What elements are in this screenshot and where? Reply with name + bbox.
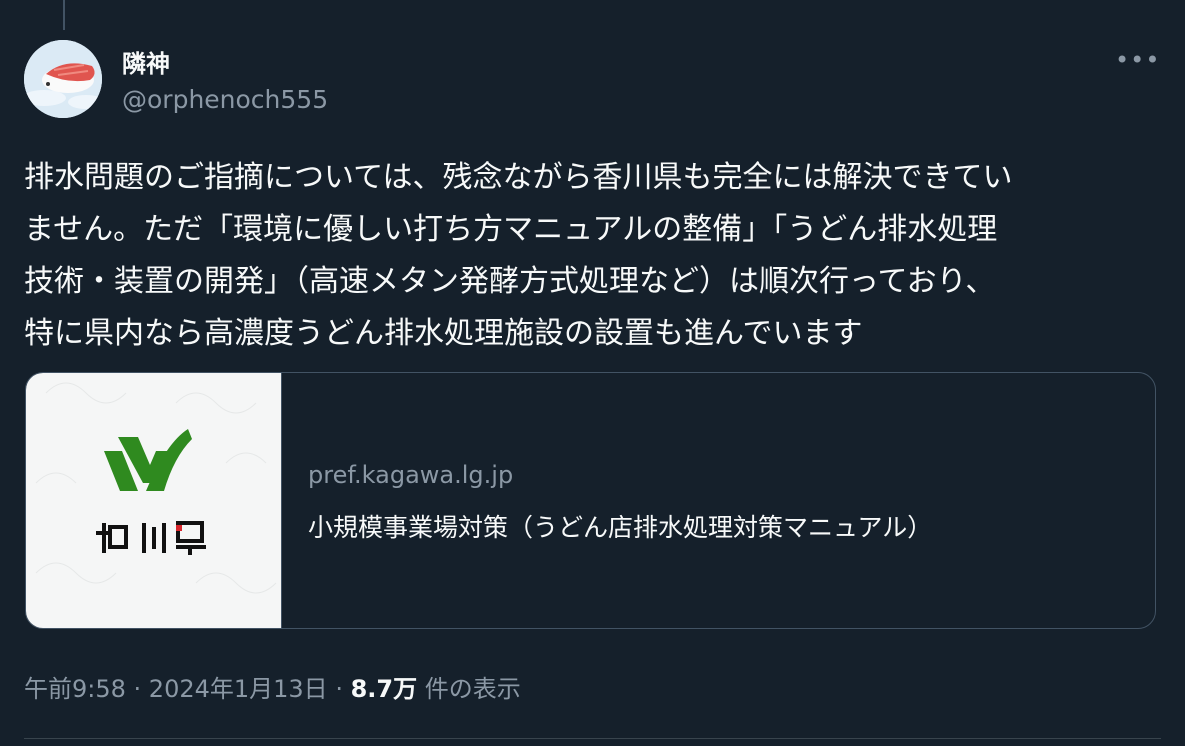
ellipsis-icon: •••	[1115, 46, 1161, 74]
author-name[interactable]: 隣神	[122, 44, 170, 79]
kagawa-wordmark	[96, 521, 206, 555]
card-domain: pref.kagawa.lg.jp	[308, 461, 514, 489]
author-handle[interactable]: @orphenoch555	[122, 85, 328, 114]
tweet-text-line: 排水問題のご指摘については、残念ながら香川県も完全には解決できてい	[24, 160, 1013, 195]
meta-separator: ·	[327, 675, 351, 703]
tweet-text-line: 技術・装置の開発」（高速メタン発酵方式処理など）は順次行っており、	[24, 264, 996, 299]
views-count[interactable]: 8.7万	[351, 675, 418, 703]
divider	[24, 738, 1161, 739]
tweet-time[interactable]: 午前9:58	[24, 675, 126, 703]
tweet-metadata: 午前9:58 · 2024年1月13日 · 8.7万 件の表示	[24, 669, 521, 704]
card-thumbnail	[26, 373, 282, 628]
meta-separator: ·	[125, 675, 149, 703]
card-title: 小規模事業場対策（うどん店排水処理対策マニュアル）	[308, 513, 933, 542]
thread-connector-line	[63, 0, 65, 30]
tweet-date[interactable]: 2024年1月13日	[149, 675, 328, 703]
avatar-image	[24, 40, 102, 118]
link-preview-card[interactable]: pref.kagawa.lg.jp 小規模事業場対策（うどん店排水処理対策マニュ…	[25, 372, 1156, 629]
tweet-text-line: 特に県内なら高濃度うどん排水処理施設の設置も進んでいます	[24, 316, 863, 351]
avatar[interactable]	[24, 40, 102, 118]
more-options-button[interactable]: •••	[1115, 42, 1159, 78]
tweet-text-line: ません。ただ「環境に優しい打ち方マニュアルの整備」「うどん排水処理	[24, 212, 998, 247]
tweet-text: 排水問題のご指摘については、残念ながら香川県も完全には解決できてい ません。ただ…	[24, 152, 1164, 360]
views-label: 件の表示	[417, 675, 521, 703]
